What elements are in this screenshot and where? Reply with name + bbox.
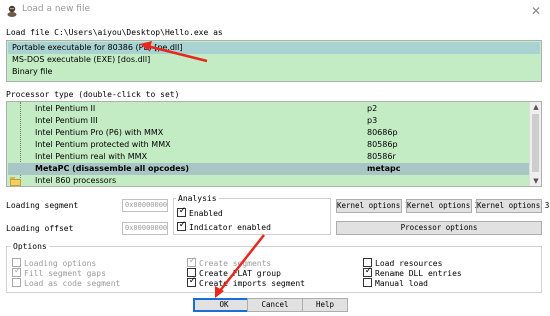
load-as-code-segment-checkbox[interactable] — [12, 278, 21, 287]
processor-code: 80686p — [367, 128, 398, 137]
folder-icon — [10, 177, 22, 186]
close-icon: ✕ — [530, 4, 542, 18]
cancel-button[interactable]: Cancel — [247, 298, 303, 312]
close-button[interactable]: ✕ — [528, 3, 544, 19]
indicator-enabled-checkbox[interactable]: ✓ — [177, 220, 187, 231]
processor-row[interactable]: Intel Pentium protected with MMX 80586p — [8, 139, 529, 151]
kernel-options-2-button[interactable]: Kernel options 2 — [406, 199, 479, 213]
processor-name: Intel Pentium real with MMX — [35, 152, 148, 161]
loading-offset-label: Loading offset — [6, 224, 74, 233]
load-file-label: Load file C:\Users\aiyou\Desktop\Hello.e… — [6, 28, 223, 37]
enabled-checkbox[interactable]: ✓ — [177, 206, 187, 217]
ida-icon — [7, 5, 17, 17]
kernel-options-3-button[interactable]: Kernel options 3 — [476, 199, 549, 213]
load-resources-label: Load resources — [375, 259, 443, 268]
analysis-group-title: Analysis — [176, 194, 219, 203]
processor-row[interactable]: Intel Pentium Pro (P6) with MMX 80686p — [8, 127, 529, 139]
processor-list[interactable]: Intel Pentium II p2 Intel Pentium III p3… — [6, 101, 542, 187]
processor-row[interactable]: Intel Pentium III p3 — [8, 115, 529, 127]
load-as-code-segment-label: Load as code segment — [24, 279, 121, 288]
fill-segment-gaps-label: Fill segment gaps — [24, 269, 106, 278]
enabled-label: Enabled — [189, 209, 223, 218]
processor-name: Intel Pentium Pro (P6) with MMX — [35, 128, 164, 137]
ok-button[interactable]: OK — [193, 298, 255, 312]
options-group-title: Options — [11, 242, 49, 251]
create-imports-segment-checkbox[interactable]: ✓ — [187, 276, 197, 287]
processor-row[interactable]: Intel Pentium II p2 — [8, 103, 529, 115]
loading-options-label: Loading options — [24, 259, 97, 268]
processor-type-label: Processor type (double-click to set) — [6, 90, 180, 99]
check-icon: ✓ — [13, 266, 22, 276]
processor-row[interactable]: Intel Pentium real with MMX 80586r — [8, 151, 529, 163]
loading-offset-input[interactable]: 0x00000000 — [122, 222, 168, 235]
help-button[interactable]: Help — [302, 298, 348, 312]
scroll-down-icon[interactable]: ▼ — [530, 176, 541, 186]
check-icon: ✓ — [178, 220, 187, 230]
check-icon: ✓ — [188, 276, 197, 286]
create-segments-checkbox[interactable]: ✓ — [187, 256, 197, 267]
check-icon: ✓ — [178, 206, 187, 216]
processor-code: p3 — [367, 116, 378, 125]
indicator-enabled-label: Indicator enabled — [189, 223, 271, 232]
rename-dll-entries-label: Rename DLL entries — [375, 269, 462, 278]
scroll-thumb[interactable] — [532, 114, 539, 172]
processor-name: MetaPC (disassemble all opcodes) — [35, 164, 190, 173]
rename-dll-entries-checkbox[interactable]: ✓ — [363, 266, 373, 277]
processor-code: metapc — [367, 164, 401, 173]
file-type-list[interactable]: Portable executable for 80386 (PE) [pe.d… — [6, 40, 542, 82]
loading-segment-input[interactable]: 0x00000000 — [122, 199, 168, 212]
processor-name: Intel Pentium III — [35, 116, 98, 125]
processor-row-selected[interactable]: MetaPC (disassemble all opcodes) metapc — [8, 163, 529, 175]
create-imports-segment-label: Create imports segment — [199, 279, 305, 288]
loading-segment-label: Loading segment — [6, 201, 79, 210]
create-segments-label: Create segments — [199, 259, 272, 268]
processor-code: p2 — [367, 104, 378, 113]
processor-code: 80586r — [367, 152, 396, 161]
check-icon: ✓ — [364, 266, 373, 276]
file-type-item-pe[interactable]: Portable executable for 80386 (PE) [pe.d… — [8, 42, 540, 54]
create-flat-group-label: Create FLAT group — [199, 269, 281, 278]
file-type-item-binary[interactable]: Binary file — [8, 66, 540, 78]
window-title: Load a new file — [22, 4, 90, 14]
processor-code: 80586p — [367, 140, 398, 149]
file-type-item-dos[interactable]: MS-DOS executable (EXE) [dos.dll] — [8, 54, 540, 66]
fill-segment-gaps-checkbox[interactable]: ✓ — [12, 266, 22, 277]
processor-name: Intel 860 processors — [35, 176, 117, 185]
manual-load-checkbox[interactable] — [363, 278, 372, 287]
kernel-options-1-button[interactable]: Kernel options 1 — [336, 199, 409, 213]
manual-load-label: Manual load — [375, 279, 428, 288]
processor-name: Intel Pentium protected with MMX — [35, 140, 171, 149]
processor-scrollbar[interactable]: ▲ ▼ — [529, 102, 541, 186]
check-icon: ✓ — [188, 256, 197, 266]
processor-folder-row[interactable]: Intel 860 processors — [8, 175, 529, 186]
scroll-up-icon[interactable]: ▲ — [530, 102, 541, 112]
processor-name: Intel Pentium II — [35, 104, 96, 113]
processor-options-button[interactable]: Processor options — [336, 221, 542, 235]
title-bar: Load a new file ✕ — [0, 0, 550, 22]
